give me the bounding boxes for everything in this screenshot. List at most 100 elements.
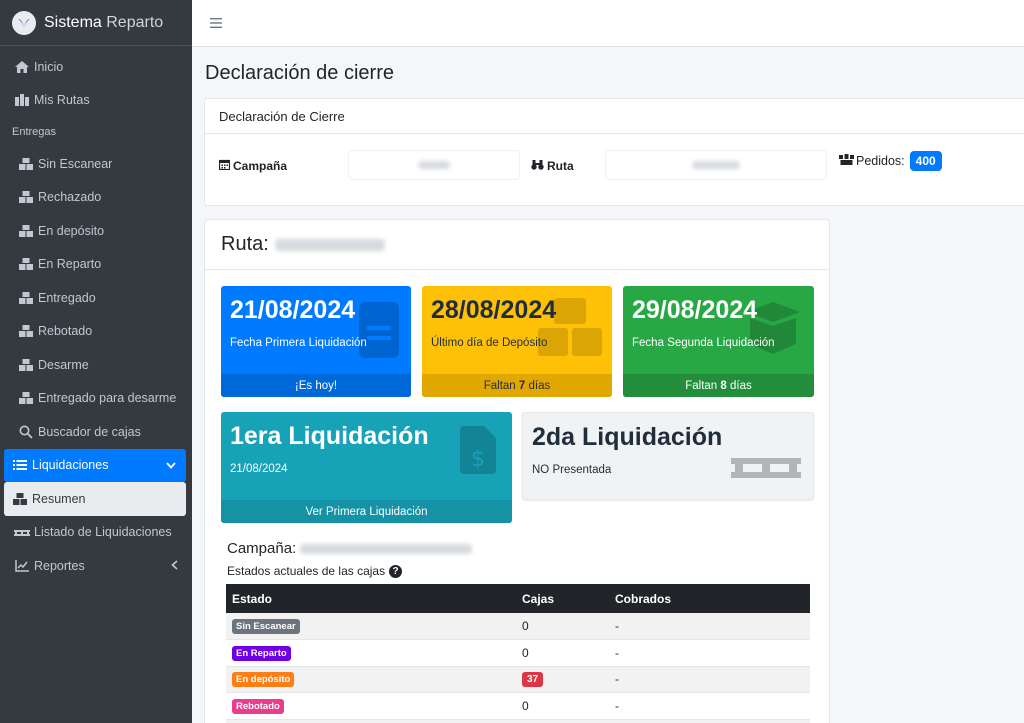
sidebar-item-rechazado[interactable]: Rechazado [0, 181, 192, 215]
boxes-icon [18, 325, 34, 338]
search-icon [18, 425, 34, 439]
menu-toggle-icon[interactable] [210, 15, 222, 32]
estados-table: Estado Cajas Cobrados Sin Escanear 0 - E… [226, 584, 810, 723]
ultimo-deposito-footer: Faltan 7 días [422, 374, 612, 397]
ruta-title: Ruta: [205, 220, 829, 270]
segunda-liquidacion-label: Fecha Segunda Liquidación [632, 337, 775, 349]
calendar-icon [218, 159, 231, 173]
segunda-liquidacion-status: NO Presentada [532, 464, 612, 476]
segunda-liquidacion-card: 2da Liquidación NO Presentada [522, 412, 814, 500]
segunda-liquidacion-date: 29/08/2024 [632, 296, 758, 324]
cajas-value: 0 [516, 613, 609, 640]
cajas-value: 0 [516, 639, 609, 667]
ultimo-deposito-label: Último día de Depósito [431, 337, 548, 349]
cobrados-value: - [609, 666, 810, 693]
list-icon [12, 459, 28, 471]
filters-card: Declaración de Cierre Campaña Ruta Pedid… [204, 98, 1024, 206]
sidebar-item-rebotado[interactable]: Rebotado [0, 315, 192, 349]
sidebar-item-desarme[interactable]: Desarme [0, 348, 192, 382]
receipt-icon [357, 298, 401, 361]
sidebar-item-en-reparto[interactable]: En Reparto [0, 248, 192, 282]
status-badge: Rebotado [232, 698, 284, 714]
primera-liquidacion-footer: ¡Es hoy! [221, 374, 411, 397]
cobrados-value: - [609, 639, 810, 667]
sidebar-item-en-deposito[interactable]: En depósito [0, 214, 192, 248]
ruta-select[interactable] [605, 150, 827, 180]
chevron-down-icon [166, 458, 176, 472]
sidebar-item-inicio[interactable]: Inicio [0, 50, 192, 84]
filters-row: Campaña Ruta Pedidos: 400 [205, 134, 1024, 206]
ultimo-deposito-date: 28/08/2024 [431, 296, 557, 324]
primera-liquidacion-card: $ 1era Liquidación 21/08/2024 Ver Primer… [221, 412, 512, 523]
campaign-label: Campaña: [227, 540, 473, 557]
boxes-icon [839, 154, 854, 168]
boxes-icon [18, 258, 34, 271]
invoice-dollar-icon: $ [460, 426, 496, 477]
filters-card-title: Declaración de Cierre [205, 99, 1024, 134]
page-title: Declaración de cierre [205, 62, 394, 84]
app-title: Sistema Reparto [44, 13, 164, 31]
col-estado: Estado [226, 584, 516, 613]
sidebar-item-mis-rutas[interactable]: Mis Rutas [0, 84, 192, 118]
col-cobrados: Cobrados [609, 584, 810, 613]
sidebar-item-buscador-de-cajas[interactable]: Buscador de cajas [0, 415, 192, 449]
primera-liquidacion-title: 1era Liquidación [230, 422, 429, 450]
status-badge: En Reparto [232, 645, 291, 661]
table-row: En depósito 37 - [226, 666, 810, 693]
table-row [226, 719, 810, 723]
campana-select[interactable] [348, 150, 520, 180]
ultimo-deposito-box: 28/08/2024 Último día de Depósito Faltan… [422, 286, 612, 397]
estados-title: Estados actuales de las cajas ? [227, 564, 403, 578]
boxes-icon [18, 157, 34, 170]
chart-line-icon [14, 559, 30, 572]
binoculars-icon [531, 159, 544, 173]
boxes-icon [18, 224, 34, 237]
pedidos-counter: Pedidos: 400 [839, 151, 942, 171]
col-cajas: Cajas [516, 584, 609, 613]
cajas-value: 0 [516, 692, 609, 720]
primera-liquidacion-box: 21/08/2024 Fecha Primera Liquidación ¡Es… [221, 286, 411, 397]
table-row: Rebotado 0 - [226, 692, 810, 720]
table-row: Sin Escanear 0 - [226, 613, 810, 640]
topbar [192, 0, 1024, 47]
boxes-icon [12, 492, 28, 505]
sidebar-item-listado-de-liquidaciones[interactable]: Listado de Liquidaciones [0, 516, 192, 550]
chevron-left-icon [171, 559, 178, 573]
pedidos-badge: 400 [909, 151, 942, 171]
sidebar-item-reportes[interactable]: Reportes [0, 549, 192, 583]
sidebar-nav: Inicio Mis Rutas Entregas Sin Escanear R… [0, 46, 192, 583]
sidebar-item-entregado-para-desarme[interactable]: Entregado para desarme [0, 382, 192, 416]
ruta-label: Ruta [531, 159, 574, 173]
primera-liquidacion-date: 21/08/2024 [230, 296, 356, 324]
boxes-icon [18, 358, 34, 371]
question-circle-icon[interactable]: ? [389, 564, 403, 578]
brand[interactable]: Sistema Reparto [0, 0, 192, 46]
sidebar-item-resumen[interactable]: Resumen [4, 482, 186, 516]
boxes-icon [18, 392, 34, 405]
primera-liquidacion-card-date: 21/08/2024 [230, 463, 288, 475]
sidebar-item-entregado[interactable]: Entregado [0, 281, 192, 315]
boxes-icon [18, 291, 34, 304]
route-icon [14, 94, 30, 107]
sidebar-item-sin-escanear[interactable]: Sin Escanear [0, 147, 192, 181]
status-badge: Sin Escanear [232, 619, 300, 634]
segunda-liquidacion-box: 29/08/2024 Fecha Segunda Liquidación Fal… [623, 286, 814, 397]
brand-logo-icon [12, 10, 36, 35]
pallet-icon [731, 458, 801, 483]
ver-primera-liquidacion-link[interactable]: Ver Primera Liquidación [221, 500, 512, 523]
segunda-liquidacion-footer: Faltan 8 días [623, 374, 814, 397]
sidebar-section-entregas: Entregas [12, 126, 57, 138]
cobrados-value: - [609, 613, 810, 640]
table-row: En Reparto 0 - [226, 639, 810, 667]
sidebar-item-liquidaciones[interactable]: Liquidaciones [4, 448, 186, 482]
home-icon [14, 60, 30, 73]
sidebar: Sistema Reparto Inicio Mis Rutas Entrega… [0, 0, 192, 723]
svg-text:$: $ [471, 447, 485, 472]
ruta-card: Ruta: 21/08/2024 Fecha Primera Liquidaci… [204, 219, 830, 723]
status-badge: En depósito [232, 672, 295, 688]
cobrados-value: - [609, 692, 810, 720]
cajas-badge: 37 [522, 672, 544, 688]
boxes-icon [18, 191, 34, 204]
primera-liquidacion-label: Fecha Primera Liquidación [230, 337, 367, 349]
pallet-icon [14, 526, 30, 538]
